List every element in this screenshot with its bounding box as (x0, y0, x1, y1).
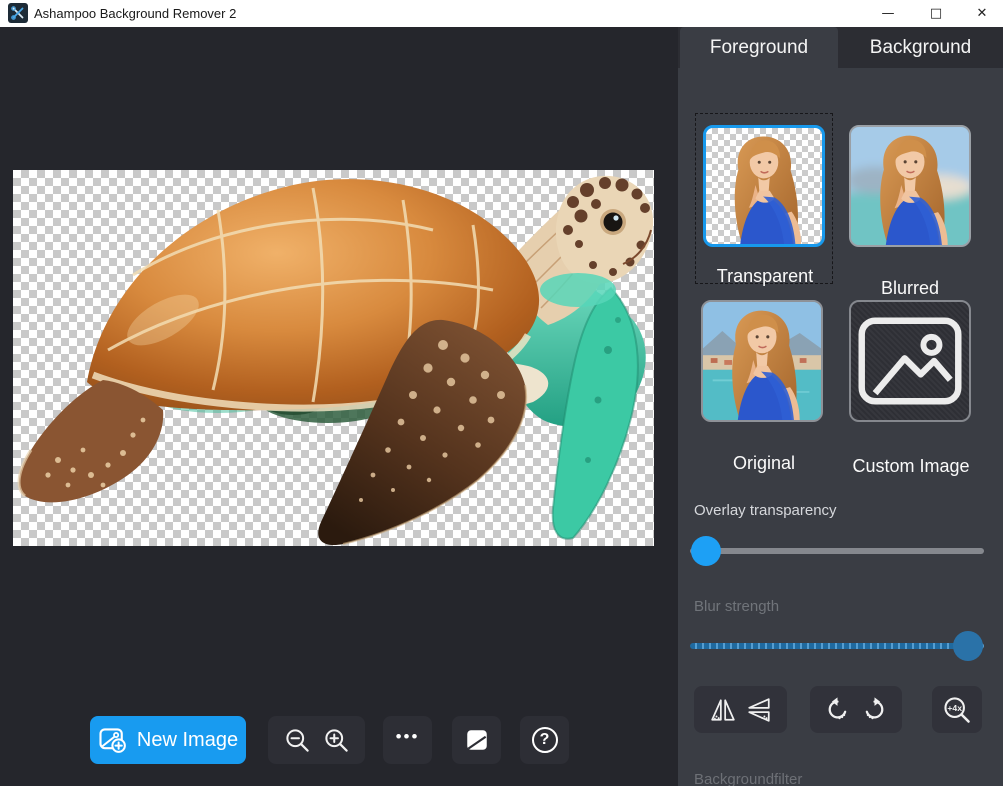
option-blurred-thumbnail[interactable] (849, 125, 971, 247)
minimize-button[interactable]: — (868, 0, 908, 27)
rotate-left-icon[interactable] (824, 696, 851, 723)
zoom-out-icon[interactable] (284, 727, 311, 754)
zoom-4x-button[interactable]: +4x (932, 686, 982, 733)
tab-foreground[interactable]: Foreground (680, 27, 838, 68)
flip-vertical-icon[interactable] (746, 697, 772, 723)
zoom-buttons-group (268, 716, 365, 764)
selection-focus-rect: Transparent (695, 113, 833, 284)
image-placeholder-icon (851, 302, 969, 420)
help-button[interactable]: ? (520, 716, 569, 764)
app-logo-scissors-icon (8, 3, 28, 23)
blur-strength-slider-thumb[interactable] (953, 631, 983, 661)
overlay-transparency-label: Overlay transparency (694, 502, 837, 519)
rotate-buttons-group (810, 686, 902, 733)
turtle-image (13, 170, 654, 546)
more-options-button[interactable]: ••• (383, 716, 432, 764)
zoom-4x-icon: +4x (942, 695, 972, 725)
option-custom-image-label: Custom Image (846, 453, 976, 479)
blur-strength-label: Blur strength (694, 598, 779, 615)
option-transparent-label: Transparent (703, 266, 827, 287)
title-bar: Ashampoo Background Remover 2 — □ ✕ (0, 0, 1003, 27)
help-icon: ? (532, 727, 558, 753)
new-image-label: New Image (137, 729, 238, 752)
app-body: Foreground Background Transparent Blurre… (0, 27, 1003, 786)
option-custom-image-thumbnail[interactable] (849, 300, 971, 422)
overlay-transparency-slider-thumb[interactable] (691, 536, 721, 566)
background-options-panel: Transparent Blurred Original Custom Imag… (678, 68, 1003, 786)
option-transparent-thumbnail[interactable] (703, 125, 825, 247)
option-blurred-label: Blurred (835, 278, 985, 299)
window-title: Ashampoo Background Remover 2 (34, 6, 236, 21)
new-image-icon (98, 726, 128, 754)
backgroundfilter-label: Backgroundfilter (694, 771, 802, 786)
zoom-4x-label: +4x (947, 702, 962, 712)
close-button[interactable]: ✕ (962, 0, 1002, 27)
ellipsis-icon: ••• (396, 727, 420, 753)
zoom-in-icon[interactable] (323, 727, 350, 754)
option-original-thumbnail[interactable] (701, 300, 823, 422)
flip-horizontal-icon[interactable] (710, 697, 736, 723)
editing-canvas[interactable] (13, 170, 654, 546)
side-panel: Foreground Background Transparent Blurre… (678, 27, 1003, 786)
option-original-label: Original (689, 453, 839, 474)
blur-strength-slider[interactable] (690, 643, 984, 649)
maximize-button[interactable]: □ (916, 0, 956, 27)
overlay-transparency-slider[interactable] (690, 548, 984, 554)
flip-buttons-group (694, 686, 787, 733)
compare-view-button[interactable] (452, 716, 501, 764)
tab-background[interactable]: Background (838, 27, 1003, 68)
rotate-right-icon[interactable] (861, 696, 888, 723)
compare-icon (464, 727, 490, 753)
new-image-button[interactable]: New Image (90, 716, 246, 764)
